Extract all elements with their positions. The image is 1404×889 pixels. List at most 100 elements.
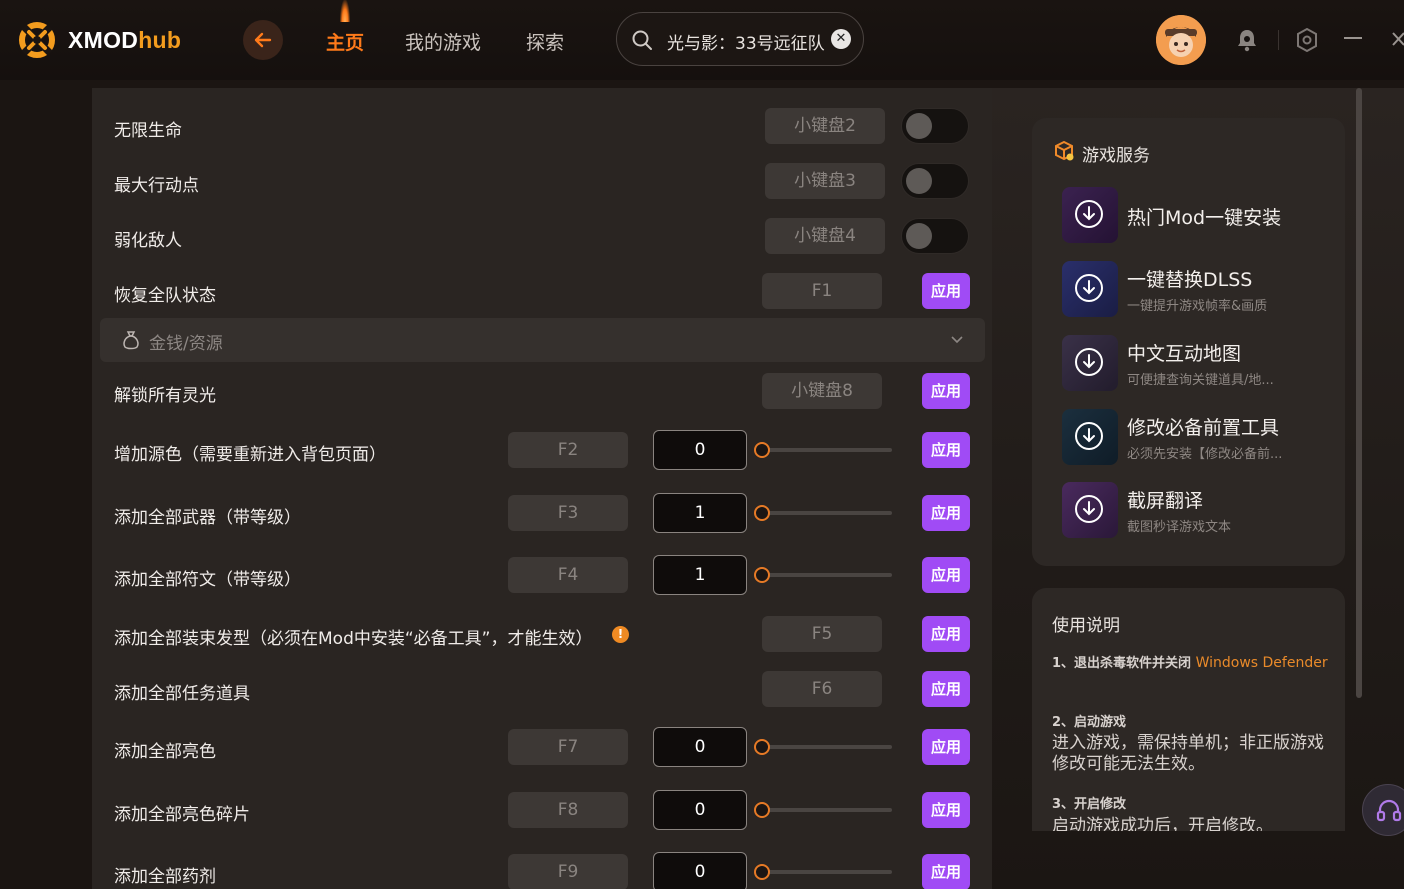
section-money-resources[interactable]: 金钱/资源 (100, 318, 985, 362)
item-label: 解锁所有灵光 (114, 386, 216, 406)
settings-gear-icon[interactable] (1296, 28, 1318, 52)
instruction-step-2-title: 2、启动游戏 (1052, 715, 1127, 730)
item-label: 添加全部亮色碎片 (114, 805, 250, 825)
close-window-icon[interactable] (1392, 31, 1404, 47)
download-icon (1075, 422, 1103, 450)
quantity-slider[interactable] (754, 862, 892, 882)
apply-button[interactable]: 应用 (922, 432, 970, 468)
slider-track (756, 448, 892, 452)
mod-list-panel: 无限生命 小键盘2 最大行动点 小键盘3 弱化敌人 小键盘4 恢复全队状态 F1… (92, 88, 992, 889)
apply-button[interactable]: 应用 (922, 273, 970, 309)
quantity-input[interactable]: 0 (653, 727, 747, 767)
hotkey-badge: 小键盘4 (765, 218, 885, 254)
slider-thumb[interactable] (754, 442, 770, 458)
back-button[interactable] (243, 20, 283, 60)
service-interactive-map[interactable]: 中文互动地图 可便捷查询关键道具/地... (1062, 335, 1332, 391)
slider-thumb[interactable] (754, 567, 770, 583)
usage-instructions-card: 使用说明 1、退出杀毒软件并关闭 Windows Defender 2、启动游戏… (1032, 588, 1345, 831)
mod-label: 最大行动点 (114, 176, 199, 196)
download-icon (1075, 274, 1103, 302)
brand-name: XMODhub (68, 27, 182, 53)
nav-my-games[interactable]: 我的游戏 (405, 28, 481, 55)
hotkey-badge: 小键盘2 (765, 108, 885, 144)
hotkey-badge: F2 (508, 432, 628, 468)
quantity-slider[interactable] (754, 440, 892, 460)
service-name: 修改必备前置工具 (1127, 417, 1280, 439)
hotkey-badge: F5 (762, 616, 882, 652)
package-icon (1055, 140, 1074, 161)
notification-bell-icon[interactable] (1236, 28, 1258, 52)
quantity-input[interactable]: 1 (653, 555, 747, 595)
item-label: 增加源色（需要重新进入背包页面） (114, 445, 386, 465)
mod-label: 弱化敌人 (114, 231, 182, 251)
search-input[interactable]: 光与影：33号远征队 (667, 29, 825, 54)
weaken-enemies-toggle[interactable] (901, 218, 969, 254)
clear-search-icon[interactable]: ✕ (831, 29, 851, 49)
quantity-slider[interactable] (754, 565, 892, 585)
max-action-points-toggle[interactable] (901, 163, 969, 199)
slider-thumb[interactable] (754, 864, 770, 880)
apply-button[interactable]: 应用 (922, 495, 970, 531)
header-divider (1278, 30, 1279, 50)
slider-track (756, 511, 892, 515)
quantity-slider[interactable] (754, 737, 892, 757)
quantity-slider[interactable] (754, 503, 892, 523)
service-desc: 必须先安装【修改必备前... (1127, 447, 1283, 462)
service-thumbnail (1062, 187, 1118, 243)
apply-button[interactable]: 应用 (922, 854, 970, 889)
hotkey-badge: F8 (508, 792, 628, 828)
minimize-icon[interactable] (1344, 36, 1362, 40)
service-thumbnail (1062, 482, 1118, 538)
hotkey-badge: F3 (508, 495, 628, 531)
active-tab-glow (340, 0, 350, 22)
service-screenshot-translate[interactable]: 截屏翻译 截图秒译游戏文本 (1062, 482, 1332, 538)
slider-thumb[interactable] (754, 802, 770, 818)
service-thumbnail (1062, 335, 1118, 391)
service-thumbnail (1062, 409, 1118, 465)
slider-thumb[interactable] (754, 505, 770, 521)
instruction-step-3-title: 3、开启修改 (1052, 797, 1127, 812)
infinite-health-toggle[interactable] (901, 108, 969, 144)
mod-label: 无限生命 (114, 121, 182, 141)
apply-button[interactable]: 应用 (922, 792, 970, 828)
search-box[interactable]: 光与影：33号远征队 ✕ (616, 12, 864, 66)
quantity-input[interactable]: 0 (653, 790, 747, 830)
avatar-image (1156, 15, 1206, 65)
sidebar-scrollbar[interactable] (1356, 88, 1362, 698)
hotkey-badge: F7 (508, 729, 628, 765)
toggle-knob (906, 113, 932, 139)
quantity-input[interactable]: 1 (653, 493, 747, 533)
nav-explore[interactable]: 探索 (526, 28, 564, 55)
slider-track (756, 808, 892, 812)
mod-label: 恢复全队状态 (114, 286, 216, 306)
apply-button[interactable]: 应用 (922, 729, 970, 765)
apply-button[interactable]: 应用 (922, 616, 970, 652)
item-label: 添加全部装束发型（必须在Mod中安装“必备工具”，才能生效） (114, 629, 593, 649)
apply-button[interactable]: 应用 (922, 671, 970, 707)
slider-thumb[interactable] (754, 739, 770, 755)
chevron-down-icon (951, 336, 963, 344)
avatar[interactable] (1156, 15, 1206, 65)
headset-icon (1376, 799, 1402, 822)
nav-home[interactable]: 主页 (326, 28, 364, 55)
service-name: 截屏翻译 (1127, 490, 1204, 512)
quantity-slider[interactable] (754, 800, 892, 820)
money-bag-icon (123, 331, 139, 350)
game-services-card: 游戏服务 热门Mod一键安装 一键替换DLSS 一键提升游戏帧率&画质 中文互动… (1032, 118, 1345, 566)
service-prerequisite-tool[interactable]: 修改必备前置工具 必须先安装【修改必备前... (1062, 409, 1332, 465)
info-icon[interactable]: ! (612, 626, 629, 643)
arrow-left-icon (254, 32, 272, 48)
quantity-input[interactable]: 0 (653, 430, 747, 470)
service-name: 中文互动地图 (1127, 343, 1242, 365)
quantity-input[interactable]: 0 (653, 852, 747, 889)
item-label: 添加全部符文（带等级） (114, 570, 301, 590)
service-name: 热门Mod一键安装 (1127, 207, 1282, 229)
service-mod-install[interactable]: 热门Mod一键安装 (1062, 187, 1332, 243)
apply-button[interactable]: 应用 (922, 557, 970, 593)
hotkey-badge: F9 (508, 854, 628, 889)
download-icon (1075, 495, 1103, 523)
apply-button[interactable]: 应用 (922, 373, 970, 409)
service-dlss-swap[interactable]: 一键替换DLSS 一键提升游戏帧率&画质 (1062, 261, 1332, 317)
service-name: 一键替换DLSS (1127, 269, 1253, 291)
windows-defender-highlight: Windows Defender (1195, 655, 1328, 671)
